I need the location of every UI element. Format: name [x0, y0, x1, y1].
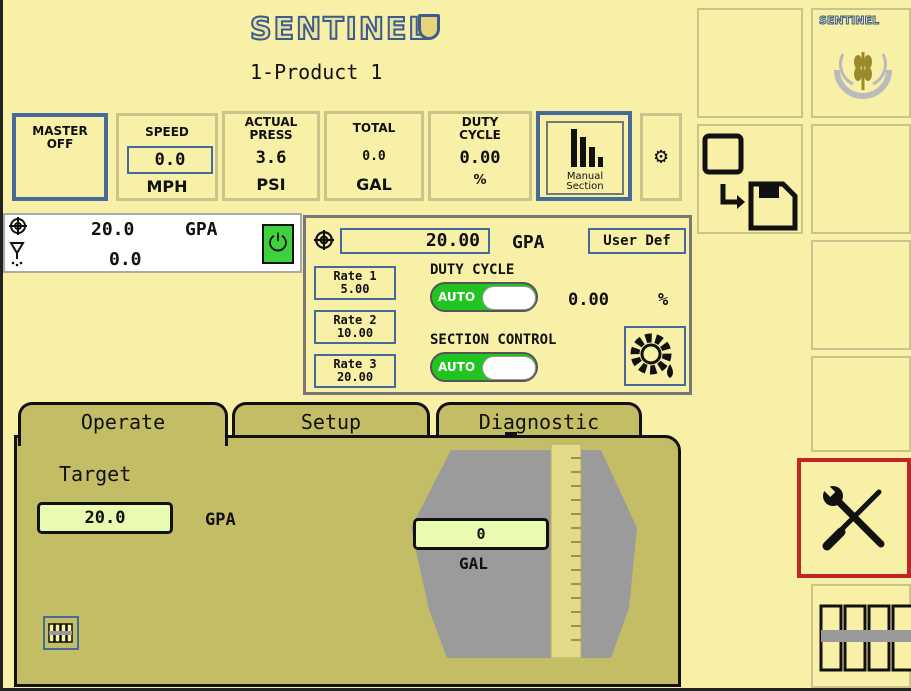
- duty-cycle-toggle[interactable]: AUTO: [430, 282, 538, 312]
- target-rate-input[interactable]: 20.00: [340, 228, 490, 254]
- rate-2-value: 10.00: [336, 326, 374, 340]
- brand-logo: SENTINEL: [249, 11, 430, 48]
- target-rate-unit: GPA: [512, 232, 545, 253]
- nozzle-icon: [9, 242, 25, 267]
- frame-left-border: [0, 0, 3, 691]
- duty-cycle-readout: 0.00: [568, 290, 609, 310]
- operate-target-unit: GPA: [205, 510, 236, 530]
- duty-cycle-readout-unit: %: [658, 290, 669, 310]
- sentinel-wheat-logo: [834, 52, 892, 99]
- wrench-screwdriver-icon: [822, 485, 885, 551]
- speed-value: 0.0: [127, 146, 213, 174]
- brand-shield-icon: [418, 14, 440, 40]
- rate-2-button[interactable]: Rate 2 10.00: [314, 310, 396, 344]
- pressure-value: 3.6: [255, 148, 287, 168]
- section-settings-button[interactable]: [624, 326, 686, 386]
- settings-gear-button[interactable]: ⚙: [640, 113, 682, 201]
- speed-cell[interactable]: SPEED 0.0 MPH: [116, 113, 218, 201]
- blank-button-4[interactable]: [811, 356, 911, 452]
- section-control-heading: SECTION CONTROL: [430, 332, 557, 348]
- master-switch-button[interactable]: MASTER OFF: [12, 113, 108, 201]
- readout-rate-unit: GPA: [185, 219, 218, 240]
- speed-label: SPEED: [145, 125, 189, 139]
- duty-cycle-value: 0.00: [459, 148, 501, 168]
- blank-button-3[interactable]: [811, 240, 911, 350]
- manual-section-label: Manual Section: [566, 171, 604, 192]
- rate-control-panel: 20.00 GPA User Def Rate 1 5.00 Rate 2 10…: [303, 215, 692, 395]
- total-value: 0.0: [362, 149, 386, 164]
- power-icon: ⏻: [268, 229, 288, 257]
- operate-target-input[interactable]: 20.0: [37, 502, 173, 534]
- rate-readout-panel: 20.0 GPA 0.0: [3, 213, 302, 273]
- total-label: TOTAL: [352, 121, 396, 135]
- readout-applied-value: 0.0: [109, 249, 142, 270]
- speed-unit: MPH: [146, 177, 188, 196]
- duty-cycle-unit: %: [473, 173, 487, 188]
- rate-1-button[interactable]: Rate 1 5.00: [314, 266, 396, 300]
- tools-button[interactable]: [797, 458, 911, 578]
- duty-cycle-cell: DUTY CYCLE 0.00 %: [428, 111, 532, 201]
- product-title: 1-Product 1: [250, 60, 383, 84]
- sections-view-button[interactable]: [811, 584, 911, 688]
- gear-drop-icon: [630, 333, 673, 378]
- toggle-knob: [482, 356, 536, 380]
- total-unit: GAL: [356, 175, 392, 194]
- bar-chart-icon: [571, 129, 603, 167]
- duty-cycle-heading: DUTY CYCLE: [430, 262, 515, 278]
- pressure-cell: ACTUAL PRESS 3.6 PSI: [222, 111, 320, 201]
- rate-3-value: 20.00: [336, 370, 374, 384]
- tab-operate[interactable]: Operate: [18, 402, 228, 446]
- save-profile-button[interactable]: [697, 124, 803, 234]
- operate-panel: Target 20.0 GPA 0 GAL: [14, 432, 681, 687]
- target-icon: [9, 217, 27, 235]
- duty-cycle-label: DUTY CYCLE: [459, 115, 501, 142]
- section-bars-button[interactable]: [43, 616, 79, 650]
- section-control-toggle[interactable]: AUTO: [430, 352, 538, 382]
- duty-cycle-toggle-label: AUTO: [438, 290, 476, 304]
- user-def-button[interactable]: User Def: [588, 228, 686, 254]
- gear-icon: ⚙: [654, 144, 668, 169]
- tank-volume-unit: GAL: [459, 554, 488, 573]
- mini-brand-logo: SENTINEL: [819, 14, 880, 28]
- pressure-label: ACTUAL PRESS: [244, 115, 298, 142]
- section-control-toggle-label: AUTO: [438, 360, 476, 374]
- power-button[interactable]: ⏻: [262, 224, 294, 264]
- tank-volume-value: 0: [413, 518, 549, 550]
- save-icon: [702, 133, 798, 231]
- manual-section-button[interactable]: Manual Section: [536, 111, 632, 201]
- sentinel-home-button[interactable]: SENTINEL: [811, 8, 911, 118]
- blank-button-2[interactable]: [811, 124, 911, 234]
- total-cell: TOTAL 0.0 GAL: [324, 111, 424, 201]
- rate-3-button[interactable]: Rate 3 20.00: [314, 354, 396, 388]
- target-icon: [314, 230, 334, 250]
- toggle-knob: [482, 286, 536, 310]
- readout-rate-value: 20.0: [91, 219, 135, 240]
- target-label: Target: [59, 462, 132, 486]
- sections-icon: [48, 623, 73, 643]
- pressure-unit: PSI: [256, 175, 286, 194]
- rate-1-value: 5.00: [340, 282, 370, 296]
- sections-icon: [819, 604, 911, 672]
- blank-button-1[interactable]: [697, 8, 803, 118]
